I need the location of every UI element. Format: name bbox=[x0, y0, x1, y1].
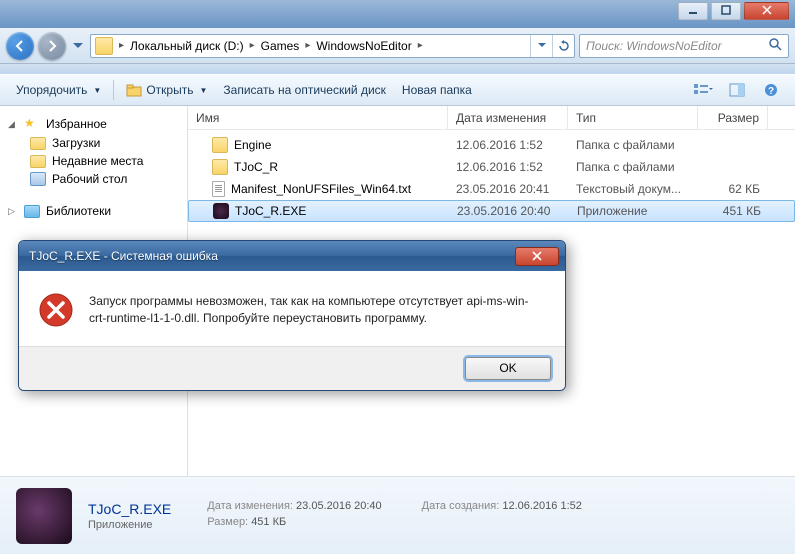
window-titlebar bbox=[0, 0, 795, 28]
close-button[interactable] bbox=[744, 2, 789, 20]
dialog-titlebar[interactable]: TJoC_R.EXE - Системная ошибка bbox=[19, 241, 565, 271]
burn-button[interactable]: Записать на оптический диск bbox=[215, 79, 394, 101]
file-name: Manifest_NonUFSFiles_Win64.txt bbox=[231, 182, 411, 196]
column-date[interactable]: Дата изменения bbox=[448, 106, 568, 129]
details-pane: TJoC_R.EXE Приложение Дата изменения: 23… bbox=[0, 476, 795, 554]
dropdown-history-button[interactable] bbox=[530, 35, 552, 57]
star-icon: ★ bbox=[24, 116, 40, 132]
breadcrumb-segment[interactable]: WindowsNoEditor bbox=[312, 35, 415, 57]
file-type: Папка с файлами bbox=[568, 160, 698, 174]
back-button[interactable] bbox=[6, 32, 34, 60]
dialog-ok-button[interactable]: OK bbox=[465, 357, 551, 380]
breadcrumb-segment[interactable]: Games bbox=[257, 35, 304, 57]
column-name[interactable]: Имя bbox=[188, 106, 448, 129]
breadcrumb[interactable]: ▸ Локальный диск (D:) ▸ Games ▸ WindowsN… bbox=[90, 34, 575, 58]
refresh-button[interactable] bbox=[552, 35, 574, 57]
search-placeholder: Поиск: WindowsNoEditor bbox=[586, 39, 722, 53]
file-row[interactable]: TJoC_R.EXE 23.05.2016 20:40Приложение451 … bbox=[188, 200, 795, 222]
desktop-icon bbox=[30, 172, 46, 186]
folder-icon bbox=[95, 37, 113, 55]
nav-bar: ▸ Локальный диск (D:) ▸ Games ▸ WindowsN… bbox=[0, 28, 795, 64]
column-headers: Имя Дата изменения Тип Размер bbox=[188, 106, 795, 130]
svg-text:?: ? bbox=[768, 86, 774, 97]
sidebar-item-recent[interactable]: Недавние места bbox=[0, 152, 187, 170]
file-name: TJoC_R.EXE bbox=[235, 204, 306, 218]
folder-icon bbox=[212, 137, 228, 153]
chevron-down-icon: ◢ bbox=[8, 119, 18, 130]
column-size[interactable]: Размер bbox=[698, 106, 768, 129]
organize-button[interactable]: Упорядочить▼ bbox=[8, 79, 109, 101]
newfolder-button[interactable]: Новая папка bbox=[394, 79, 480, 101]
search-icon bbox=[769, 38, 782, 54]
dialog-close-button[interactable] bbox=[515, 247, 559, 266]
search-input[interactable]: Поиск: WindowsNoEditor bbox=[579, 34, 789, 58]
preview-pane-button[interactable] bbox=[721, 79, 753, 101]
recent-locations-button[interactable] bbox=[70, 35, 86, 57]
file-date: 12.06.2016 1:52 bbox=[448, 138, 568, 152]
file-row[interactable]: Engine 12.06.2016 1:52Папка с файлами bbox=[188, 134, 795, 156]
dialog-message: Запуск программы невозможен, так как на … bbox=[89, 293, 545, 328]
file-size: 62 КБ bbox=[698, 182, 768, 196]
chevron-right-icon[interactable]: ▸ bbox=[416, 40, 425, 51]
chevron-right-icon[interactable]: ▸ bbox=[117, 40, 126, 51]
details-filetype: Приложение bbox=[88, 519, 171, 531]
file-row[interactable]: Manifest_NonUFSFiles_Win64.txt 23.05.2016… bbox=[188, 178, 795, 200]
exe-icon bbox=[213, 203, 229, 219]
sidebar-item-downloads[interactable]: Загрузки bbox=[0, 134, 187, 152]
maximize-button[interactable] bbox=[711, 2, 741, 20]
sidebar-libraries-header[interactable]: ▷ Библиотеки bbox=[0, 202, 187, 220]
library-icon bbox=[24, 205, 40, 218]
file-type: Папка с файлами bbox=[568, 138, 698, 152]
file-name: TJoC_R bbox=[234, 160, 278, 174]
file-row[interactable]: TJoC_R 12.06.2016 1:52Папка с файлами bbox=[188, 156, 795, 178]
dialog-title-text: TJoC_R.EXE - Системная ошибка bbox=[29, 249, 218, 263]
details-filename: TJoC_R.EXE bbox=[88, 501, 171, 517]
folder-icon bbox=[212, 159, 228, 175]
help-button[interactable]: ? bbox=[755, 79, 787, 101]
minimize-button[interactable] bbox=[678, 2, 708, 20]
chevron-right-icon: ▷ bbox=[8, 206, 18, 217]
chevron-right-icon[interactable]: ▸ bbox=[303, 40, 312, 51]
text-file-icon bbox=[212, 181, 225, 197]
folder-icon bbox=[30, 155, 46, 168]
error-icon bbox=[39, 293, 73, 327]
file-date: 12.06.2016 1:52 bbox=[448, 160, 568, 174]
forward-button[interactable] bbox=[38, 32, 66, 60]
file-name: Engine bbox=[234, 138, 271, 152]
chevron-right-icon[interactable]: ▸ bbox=[248, 40, 257, 51]
column-type[interactable]: Тип bbox=[568, 106, 698, 129]
file-date: 23.05.2016 20:40 bbox=[449, 204, 569, 218]
open-button[interactable]: Открыть▼ bbox=[118, 79, 215, 101]
file-size: 451 КБ bbox=[699, 204, 769, 218]
file-type: Приложение bbox=[569, 204, 699, 218]
view-options-button[interactable] bbox=[687, 79, 719, 101]
file-type: Текстовый докум... bbox=[568, 182, 698, 196]
folder-icon bbox=[30, 137, 46, 150]
toolbar: Упорядочить▼ Открыть▼ Записать на оптиче… bbox=[0, 74, 795, 106]
sidebar-item-desktop[interactable]: Рабочий стол bbox=[0, 170, 187, 188]
file-thumbnail bbox=[16, 488, 72, 544]
file-date: 23.05.2016 20:41 bbox=[448, 182, 568, 196]
error-dialog: TJoC_R.EXE - Системная ошибка Запуск про… bbox=[18, 240, 566, 391]
breadcrumb-segment[interactable]: Локальный диск (D:) bbox=[126, 35, 248, 57]
open-icon bbox=[126, 83, 142, 97]
sidebar-favorites-header[interactable]: ◢ ★ Избранное bbox=[0, 114, 187, 134]
